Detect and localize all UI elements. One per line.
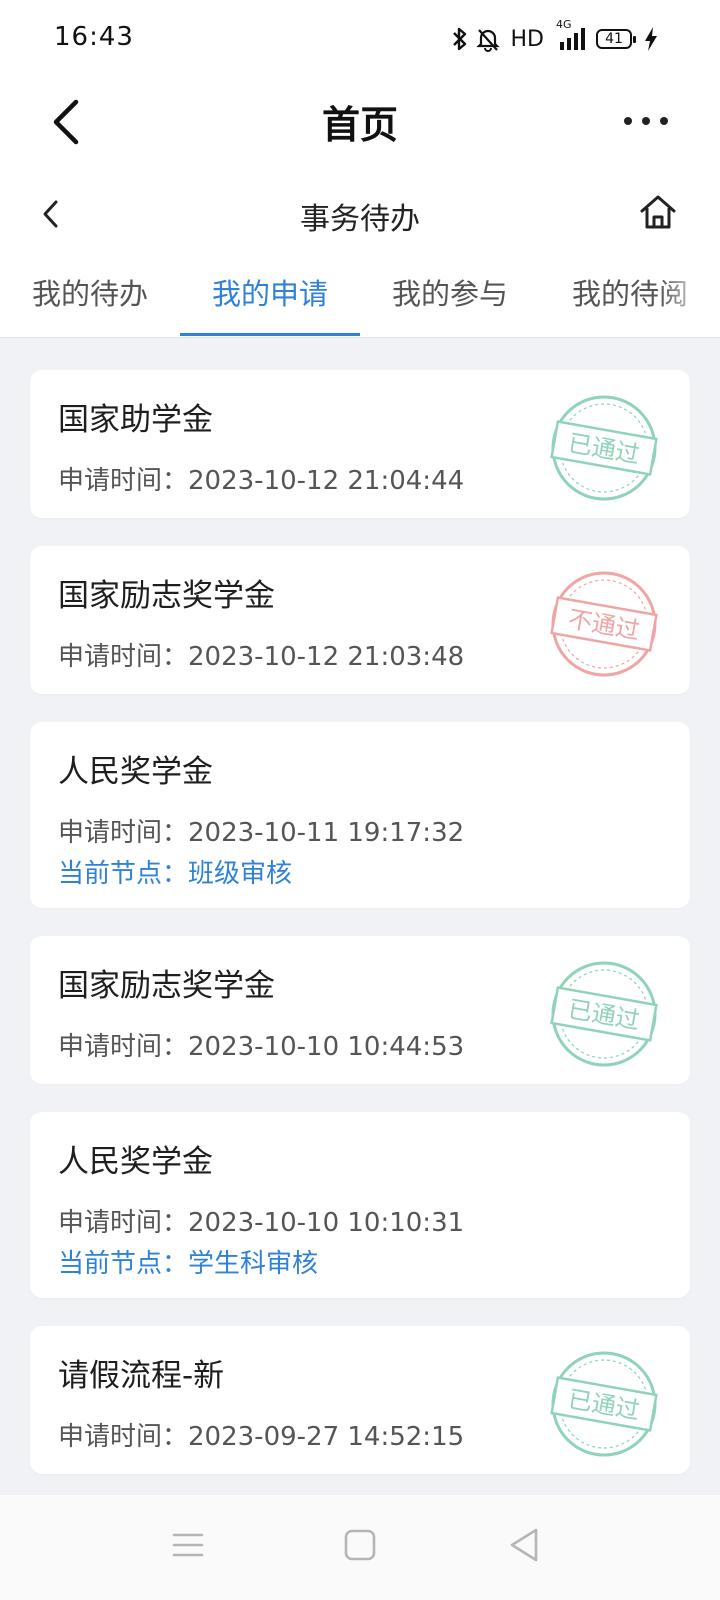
application-title: 请假流程-新 [58, 1358, 225, 1394]
status-bar: 16:43 HD 4G 41 [0, 0, 720, 80]
application-card[interactable]: 国家励志奖学金 申请时间：2023-10-10 10:44:53 已通过 [30, 936, 690, 1084]
application-time: 申请时间：2023-10-12 21:03:48 [58, 636, 464, 673]
node-label: 当前节点： [58, 859, 189, 889]
network-type: 4G [556, 18, 572, 31]
application-time: 申请时间：2023-10-12 21:04:44 [58, 460, 464, 497]
bluetooth-icon [451, 26, 469, 52]
time-label: 申请时间： [58, 1032, 189, 1062]
node-value: 学生科审核 [188, 1249, 319, 1279]
approved-stamp-icon: 已通过 [548, 958, 660, 1070]
time-value: 2023-10-10 10:44:53 [188, 1032, 465, 1062]
back-triangle-icon[interactable] [504, 1525, 544, 1565]
page-title: 首页 [321, 103, 398, 147]
tab-bar: 我的待办 我的申请 我的参与 我的待阅 [0, 250, 720, 338]
signal-icon: 4G [554, 18, 590, 52]
time-label: 申请时间： [58, 1422, 189, 1452]
time-value: 2023-10-12 21:04:44 [188, 466, 465, 496]
time-label: 申请时间： [58, 1208, 189, 1238]
current-node: 当前节点：班级审核 [58, 853, 292, 890]
application-time: 申请时间：2023-10-11 19:17:32 [58, 812, 464, 849]
application-time: 申请时间：2023-10-10 10:10:31 [58, 1202, 464, 1239]
time-value: 2023-10-10 10:10:31 [188, 1208, 465, 1238]
application-title: 人民奖学金 [58, 1144, 213, 1180]
time-value: 2023-10-12 21:03:48 [188, 642, 465, 672]
node-label: 当前节点： [58, 1249, 189, 1279]
time-value: 2023-09-27 14:52:15 [188, 1422, 465, 1452]
approved-stamp-icon: 已通过 [548, 392, 660, 504]
current-node: 当前节点：学生科审核 [58, 1243, 318, 1280]
application-card[interactable]: 人民奖学金 申请时间：2023-10-10 10:10:31 当前节点：学生科审… [30, 1112, 690, 1298]
application-title: 国家助学金 [58, 402, 213, 438]
sub-header: 事务待办 [0, 180, 720, 250]
application-title: 国家励志奖学金 [58, 968, 275, 1004]
application-card[interactable]: 国家助学金 申请时间：2023-10-12 21:04:44 已通过 [30, 370, 690, 518]
system-nav-bar [0, 1495, 720, 1600]
tab-overflow-fade [660, 250, 720, 337]
time-label: 申请时间： [58, 818, 189, 848]
home-square-icon[interactable] [340, 1525, 380, 1565]
time-value: 2023-10-11 19:17:32 [188, 818, 465, 848]
menu-icon[interactable] [168, 1525, 208, 1565]
home-icon[interactable] [638, 192, 678, 232]
approved-stamp-icon: 已通过 [548, 1348, 660, 1460]
application-time: 申请时间：2023-09-27 14:52:15 [58, 1416, 464, 1453]
time-label: 申请时间： [58, 642, 189, 672]
tab-my-applications[interactable]: 我的申请 [180, 250, 360, 337]
application-time: 申请时间：2023-10-10 10:44:53 [58, 1026, 464, 1063]
charging-icon [644, 27, 658, 51]
tab-my-todo[interactable]: 我的待办 [0, 250, 180, 337]
application-title: 国家励志奖学金 [58, 578, 275, 614]
status-time: 16:43 [54, 22, 134, 52]
battery-icon: 41 [596, 29, 636, 49]
active-tab-indicator [180, 333, 360, 336]
node-value: 班级审核 [188, 859, 293, 889]
rejected-stamp-icon: 不通过 [548, 568, 660, 680]
time-label: 申请时间： [58, 466, 189, 496]
section-title: 事务待办 [300, 202, 420, 237]
application-title: 人民奖学金 [58, 754, 213, 790]
application-card[interactable]: 请假流程-新 申请时间：2023-09-27 14:52:15 已通过 [30, 1326, 690, 1474]
application-card[interactable]: 国家励志奖学金 申请时间：2023-10-12 21:03:48 不通过 [30, 546, 690, 694]
hd-indicator: HD [510, 26, 544, 52]
bell-off-icon [475, 26, 501, 52]
application-card[interactable]: 人民奖学金 申请时间：2023-10-11 19:17:32 当前节点：班级审核 [30, 722, 690, 908]
tab-my-participation[interactable]: 我的参与 [360, 250, 540, 337]
status-icons: HD 4G 41 [451, 18, 658, 54]
more-icon[interactable] [624, 106, 668, 136]
app-bar: 首页 [0, 80, 720, 180]
